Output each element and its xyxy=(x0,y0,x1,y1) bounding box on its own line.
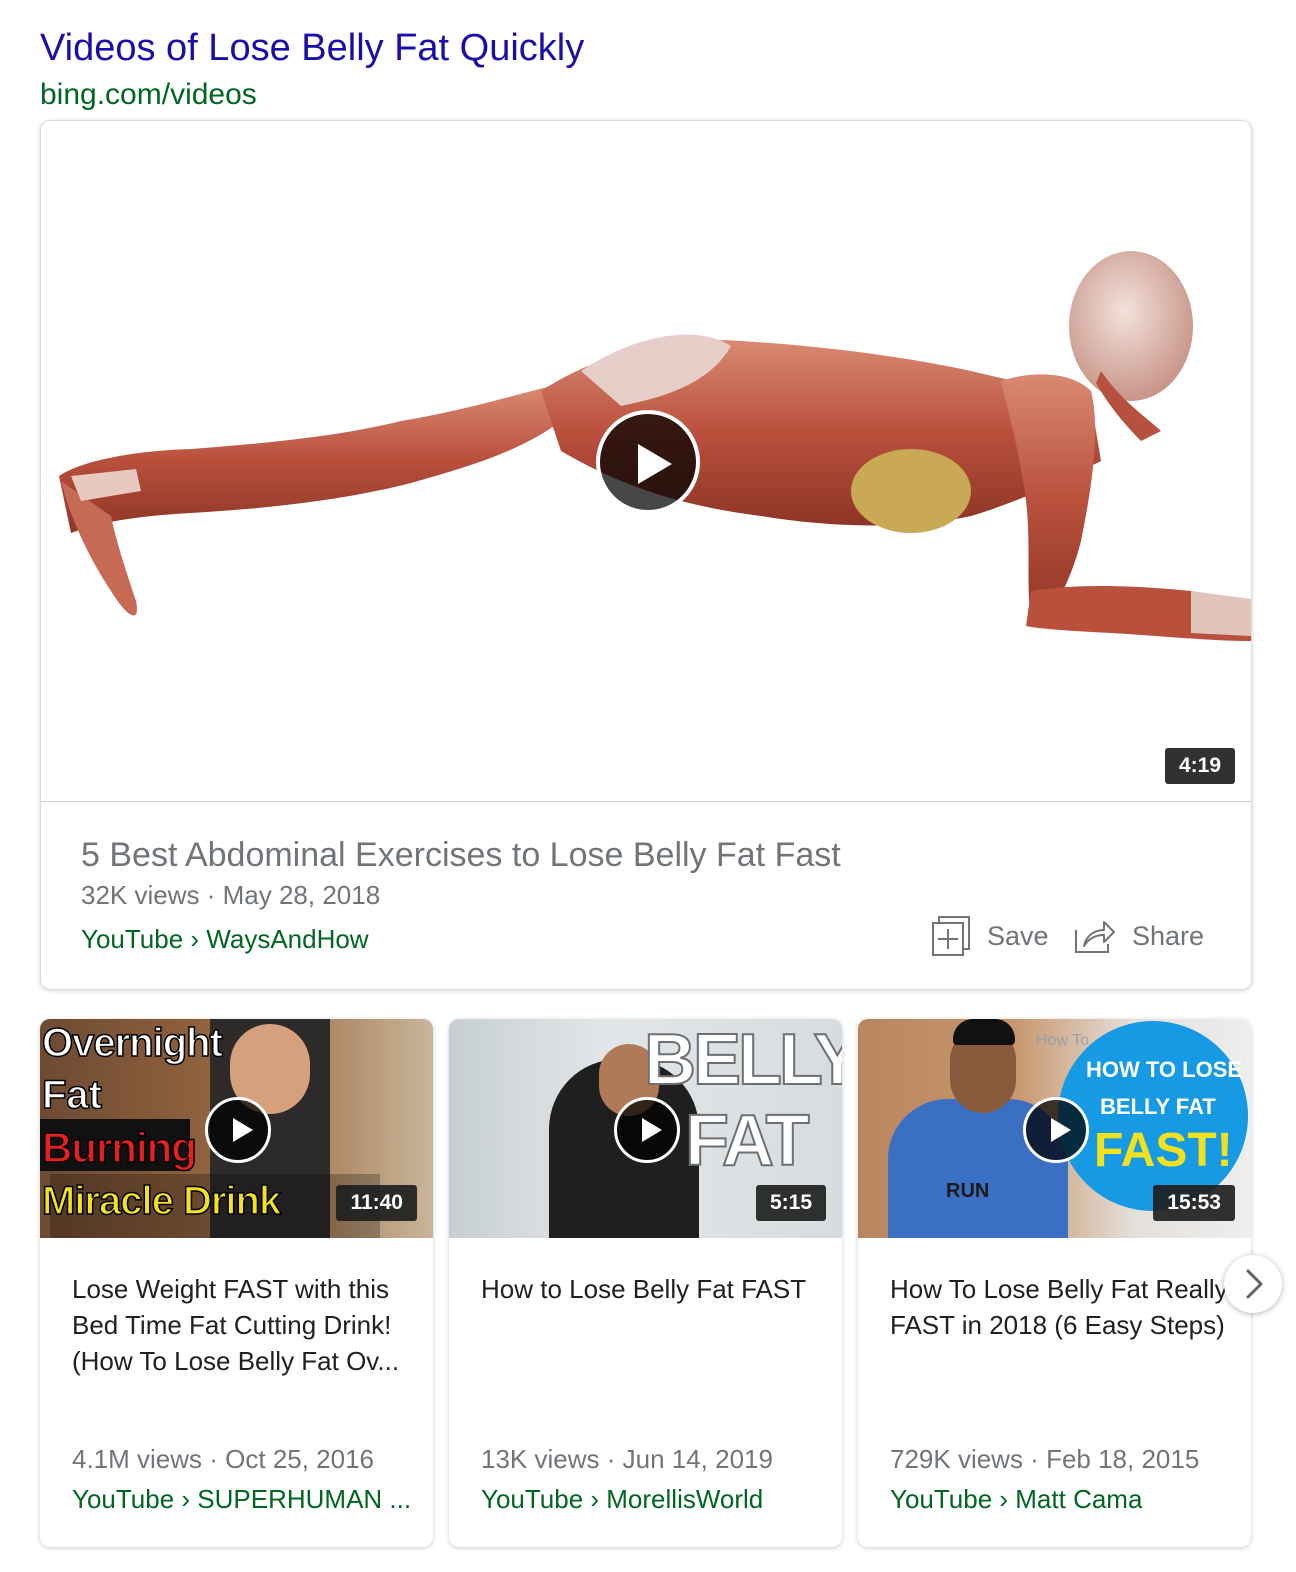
play-icon xyxy=(233,1118,253,1142)
video-duration-badge: 5:15 xyxy=(755,1185,826,1221)
save-button[interactable]: Save xyxy=(931,911,1049,961)
video-title[interactable]: Lose Weight FAST with this Bed Time Fat … xyxy=(72,1271,417,1379)
video-card[interactable]: How To RUN HOW TO LOSE BELLY FAT FAST! 1… xyxy=(858,1019,1251,1547)
featured-video-thumbnail[interactable]: 4:19 xyxy=(41,121,1251,802)
carousel-next-button[interactable] xyxy=(1224,1255,1282,1313)
video-thumbnail[interactable]: BELLY FAT 5:15 xyxy=(449,1019,842,1238)
video-thumbnail[interactable]: Overnight Fat Burning Miracle Drink 11:4… xyxy=(40,1019,433,1238)
video-duration-badge: 15:53 xyxy=(1153,1185,1235,1221)
play-button[interactable] xyxy=(1023,1097,1089,1163)
video-title[interactable]: How To Lose Belly Fat Really FAST in 201… xyxy=(890,1271,1235,1343)
video-thumbnail[interactable]: How To RUN HOW TO LOSE BELLY FAT FAST! 1… xyxy=(858,1019,1251,1238)
save-icon xyxy=(932,916,970,956)
thumb-text: Overnight xyxy=(41,1021,223,1065)
thumb-text: HOW TO LOSE xyxy=(1086,1057,1243,1082)
video-title[interactable]: How to Lose Belly Fat FAST xyxy=(481,1271,826,1307)
video-card[interactable]: Overnight Fat Burning Miracle Drink 11:4… xyxy=(40,1019,433,1547)
play-icon xyxy=(638,444,672,484)
share-label: Share xyxy=(1132,920,1205,951)
featured-video-source[interactable]: YouTube › WaysAndHow xyxy=(81,921,369,957)
person-cap xyxy=(953,1019,1015,1045)
thumb-text: BELLY FAT xyxy=(1100,1094,1216,1119)
section-title-link[interactable]: Videos of Lose Belly Fat Quickly xyxy=(40,22,584,74)
video-card[interactable]: BELLY FAT 5:15 How to Lose Belly Fat FAS… xyxy=(449,1019,842,1547)
video-duration-badge: 4:19 xyxy=(1164,748,1235,784)
video-source[interactable]: YouTube › Matt Cama xyxy=(890,1481,1235,1517)
play-button[interactable] xyxy=(205,1097,271,1163)
video-meta: 4.1M views · Oct 25, 2016 xyxy=(72,1444,375,1474)
video-source[interactable]: YouTube › SUPERHUMAN ... xyxy=(72,1481,417,1517)
chevron-right-icon xyxy=(1246,1269,1263,1299)
section-source-url: bing.com/videos xyxy=(40,78,257,111)
featured-video-title[interactable]: 5 Best Abdominal Exercises to Lose Belly… xyxy=(81,833,841,877)
video-meta: 13K views · Jun 14, 2019 xyxy=(481,1444,773,1474)
play-button[interactable] xyxy=(596,410,700,514)
thumb-text: Miracle Drink xyxy=(41,1179,282,1223)
video-duration-badge: 11:40 xyxy=(336,1185,417,1221)
share-icon xyxy=(1075,921,1115,953)
thumb-text: Burning xyxy=(41,1124,197,1171)
featured-video-card[interactable]: 4:19 5 Best Abdominal Exercises to Lose … xyxy=(40,120,1252,990)
thumb-text: Fat xyxy=(41,1073,103,1117)
share-button[interactable]: Share xyxy=(1074,911,1204,961)
save-label: Save xyxy=(987,920,1049,951)
thumb-text: How To xyxy=(1036,1032,1090,1049)
featured-video-meta: 32K views · May 28, 2018 xyxy=(81,880,381,910)
play-icon xyxy=(1051,1118,1071,1142)
thumb-text: FAT xyxy=(684,1101,811,1181)
thumb-text: RUN xyxy=(946,1180,990,1202)
thumb-text: FAST! xyxy=(1094,1124,1233,1177)
video-meta: 729K views · Feb 18, 2015 xyxy=(890,1444,1200,1474)
video-source[interactable]: YouTube › MorellisWorld xyxy=(481,1481,826,1517)
play-icon xyxy=(642,1118,662,1142)
play-button[interactable] xyxy=(614,1097,680,1163)
thumb-text: BELLY xyxy=(643,1020,842,1100)
